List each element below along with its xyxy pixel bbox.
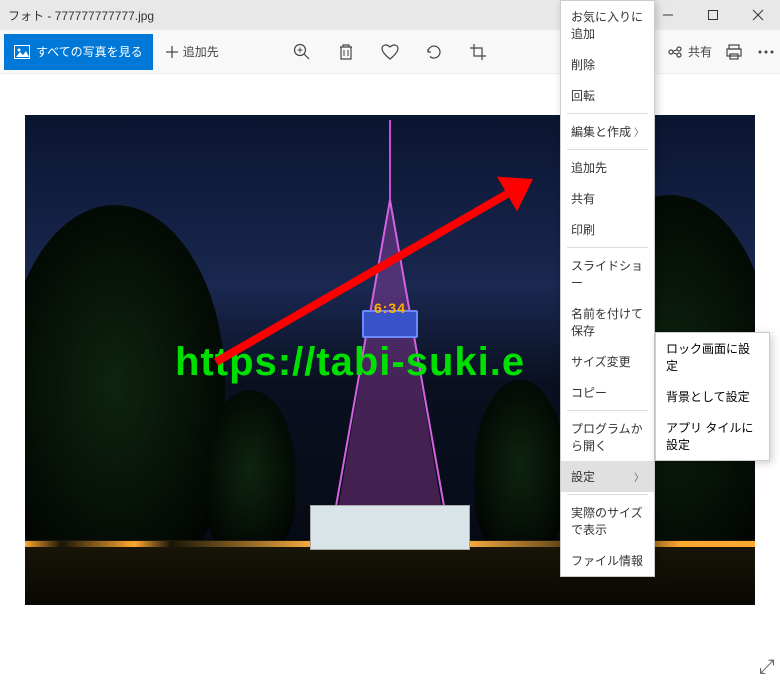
menu-item-label: プログラムから開く <box>571 420 644 454</box>
submenu-item[interactable]: ロック画面に設定 <box>656 333 769 381</box>
menu-separator <box>567 149 648 150</box>
more-icon[interactable] <box>756 42 776 62</box>
menu-separator <box>567 113 648 114</box>
menu-item[interactable]: 回転 <box>561 80 654 111</box>
chevron-right-icon: 〉 <box>634 469 644 484</box>
menu-item-label: ファイル情報 <box>571 552 643 569</box>
heart-icon[interactable] <box>380 42 400 62</box>
maximize-button[interactable] <box>690 0 735 30</box>
tree-mid-l <box>205 390 295 550</box>
menu-separator <box>567 410 648 411</box>
menu-item[interactable]: サイズ変更 <box>561 346 654 377</box>
menu-item[interactable]: プログラムから開く <box>561 413 654 461</box>
settings-submenu: ロック画面に設定背景として設定アプリ タイルに設定 <box>655 332 770 461</box>
image-icon <box>14 45 30 59</box>
menu-item-label: 名前を付けて保存 <box>571 305 644 339</box>
menu-item[interactable]: 削除 <box>561 49 654 80</box>
menu-item[interactable]: 印刷 <box>561 214 654 245</box>
submenu-item[interactable]: 背景として設定 <box>656 381 769 412</box>
submenu-item-label: 背景として設定 <box>666 388 750 405</box>
menu-item[interactable]: 実際のサイズで表示 <box>561 497 654 545</box>
chevron-right-icon: 〉 <box>634 124 644 139</box>
menu-item-label: コピー <box>571 384 607 401</box>
submenu-item-label: アプリ タイルに設定 <box>666 419 759 453</box>
close-button[interactable] <box>735 0 780 30</box>
view-all-label: すべての写真を見る <box>36 43 143 60</box>
menu-item-label: サイズ変更 <box>571 353 631 370</box>
menu-item[interactable]: スライドショー <box>561 250 654 298</box>
menu-item-label: 設定 <box>571 468 595 485</box>
menu-item[interactable]: 編集と作成〉 <box>561 116 654 147</box>
crop-icon[interactable] <box>468 42 488 62</box>
menu-item-label: 印刷 <box>571 221 595 238</box>
kiosk <box>310 505 470 550</box>
watermark-text: https://tabi-suki.e <box>175 340 525 385</box>
delete-icon[interactable] <box>336 42 356 62</box>
tower: 6:34 <box>388 120 392 520</box>
menu-item-label: お気に入りに追加 <box>571 8 644 42</box>
zoom-icon[interactable] <box>292 42 312 62</box>
resize-handle-icon[interactable]: ⤡ <box>755 659 778 675</box>
context-menu: お気に入りに追加削除回転編集と作成〉追加先共有印刷スライドショー名前を付けて保存… <box>560 0 655 577</box>
titlebar: フォト - 777777777777.jpg <box>0 0 780 30</box>
tower-clock: 6:34 <box>374 300 406 316</box>
share-icon <box>668 44 684 60</box>
menu-item-label: 回転 <box>571 87 595 104</box>
submenu-item[interactable]: アプリ タイルに設定 <box>656 412 769 460</box>
menu-separator <box>567 247 648 248</box>
menu-item-label: 編集と作成 <box>571 123 631 140</box>
window-controls <box>645 0 780 30</box>
view-all-photos-button[interactable]: すべての写真を見る <box>4 34 153 70</box>
toolbar-right: 共有 <box>668 42 776 62</box>
menu-item[interactable]: 追加先 <box>561 152 654 183</box>
menu-item-label: スライドショー <box>571 257 644 291</box>
menu-item-label: 実際のサイズで表示 <box>571 504 644 538</box>
rotate-icon[interactable] <box>424 42 444 62</box>
menu-item[interactable]: コピー <box>561 377 654 408</box>
toolbar: すべての写真を見る 追加先 共有 <box>0 30 780 74</box>
menu-item-label: 共有 <box>571 190 595 207</box>
tree-left <box>25 205 225 565</box>
menu-item-label: 削除 <box>571 56 595 73</box>
menu-item[interactable]: ファイル情報 <box>561 545 654 576</box>
menu-item[interactable]: 共有 <box>561 183 654 214</box>
menu-item-label: 追加先 <box>571 159 607 176</box>
submenu-item-label: ロック画面に設定 <box>666 340 759 374</box>
tree-mid-r <box>475 380 565 550</box>
menu-separator <box>567 494 648 495</box>
menu-item[interactable]: 設定 〉 <box>561 461 654 492</box>
menu-item[interactable]: 名前を付けて保存 <box>561 298 654 346</box>
toolbar-center <box>292 42 488 62</box>
share-label: 共有 <box>688 43 712 60</box>
print-icon[interactable] <box>724 42 744 62</box>
plus-icon <box>165 45 179 59</box>
add-to-label: 追加先 <box>183 43 219 60</box>
menu-item[interactable]: お気に入りに追加 <box>561 1 654 49</box>
share-button[interactable]: 共有 <box>668 43 712 60</box>
add-to-button[interactable]: 追加先 <box>153 34 231 70</box>
